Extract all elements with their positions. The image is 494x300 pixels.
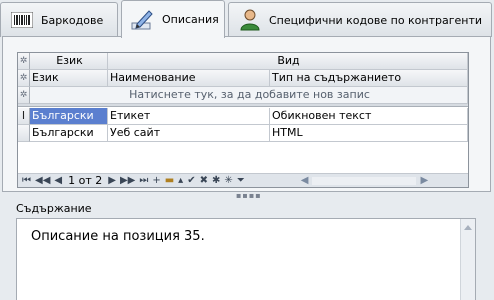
- tab-descriptions[interactable]: Описания: [121, 0, 225, 38]
- vertical-scrollbar[interactable]: [460, 219, 475, 300]
- table-cell-content-type[interactable]: Обикновен текст: [270, 108, 468, 125]
- tab-barcodes-label: Баркодове: [41, 13, 104, 27]
- last-record-icon[interactable]: ⏭: [139, 175, 148, 186]
- descriptions-grid: ✲ Език Вид ✲ Език Наименование Тип на съ…: [17, 52, 469, 188]
- content-editor[interactable]: Описание на позиция 35.: [16, 218, 476, 300]
- edit-icon[interactable]: ▴: [178, 175, 183, 186]
- filter-icon[interactable]: ⏷: [237, 175, 245, 186]
- band-header-row: ✲ Език Вид: [18, 53, 468, 70]
- pen-edit-icon: [130, 9, 156, 31]
- record-position: 1 от 2: [68, 174, 103, 187]
- scroll-up-icon[interactable]: [464, 225, 472, 230]
- cancel-edit-icon[interactable]: ✖: [200, 175, 208, 186]
- tab-partner-codes[interactable]: Специфични кодове по контрагенти: [228, 2, 492, 37]
- new-row-indicator-icon: ✲: [18, 87, 30, 104]
- splitter-grip-icon[interactable]: ▪▪▪▪: [236, 192, 261, 200]
- first-record-icon[interactable]: ⏮: [22, 175, 31, 186]
- table-cell-language[interactable]: Български: [30, 125, 108, 142]
- table-cell-name[interactable]: Етикет: [108, 108, 270, 125]
- tab-strip: Баркодове Описания Специфични кодове по …: [0, 0, 494, 38]
- column-header-content-type[interactable]: Тип на съдържанието: [270, 70, 468, 87]
- person-icon: [237, 9, 263, 31]
- band-header-kind[interactable]: Вид: [108, 53, 468, 70]
- table-cell-content-type[interactable]: HTML: [270, 125, 468, 142]
- descriptions-panel: ✲ Език Вид ✲ Език Наименование Тип на съ…: [2, 36, 491, 192]
- next-page-icon[interactable]: ▶▶: [120, 175, 135, 186]
- hscroll-left-icon[interactable]: ◀: [301, 175, 309, 186]
- prev-page-icon[interactable]: ◀◀: [35, 175, 50, 186]
- new-item-prompt[interactable]: Натиснете тук, за да добавите нов запис: [30, 87, 468, 104]
- record-navigator: ⏮ ◀◀ ◀ 1 от 2 ▶ ▶▶ ⏭ + ▬ ▴ ✔ ✖ ✱ ✳ ⏷ ◀ ▶: [18, 173, 468, 187]
- tab-partner-codes-label: Специфични кодове по контрагенти: [269, 13, 483, 27]
- hscroll-right-icon[interactable]: ▶: [420, 175, 428, 186]
- content-label: Съдържание: [16, 202, 92, 215]
- bookmark-icon[interactable]: ✳: [224, 175, 232, 186]
- column-header-name[interactable]: Наименование: [108, 70, 270, 87]
- refresh-icon[interactable]: ✱: [212, 175, 220, 186]
- band-header-language[interactable]: Език: [30, 53, 108, 70]
- new-item-row[interactable]: ✲ Натиснете тук, за да добавите нов запи…: [18, 87, 468, 104]
- barcode-icon: [9, 9, 35, 31]
- tab-barcodes[interactable]: Баркодове: [0, 2, 118, 37]
- table-cell-name[interactable]: Уеб сайт: [108, 125, 270, 142]
- content-text[interactable]: Описание на позиция 35.: [31, 229, 205, 244]
- table-row[interactable]: I Български Етикет Обикновен текст: [18, 108, 468, 125]
- horizontal-scrollbar[interactable]: [312, 176, 417, 185]
- column-chooser-icon[interactable]: ✲: [18, 70, 30, 87]
- append-icon[interactable]: +: [152, 175, 160, 186]
- prev-record-icon[interactable]: ◀: [54, 175, 62, 186]
- text-cursor-icon: I: [18, 108, 30, 125]
- post-edit-icon[interactable]: ✔: [187, 175, 195, 186]
- tab-descriptions-label: Описания: [162, 13, 219, 26]
- new-row-separator: [18, 104, 468, 107]
- column-header-language[interactable]: Език: [30, 70, 108, 87]
- delete-icon[interactable]: ▬: [165, 175, 174, 186]
- table-row[interactable]: Български Уеб сайт HTML: [18, 125, 468, 142]
- band-indicator-icon: ✲: [18, 53, 30, 70]
- column-header-row: ✲ Език Наименование Тип на съдържанието: [18, 70, 468, 87]
- table-cell-language[interactable]: Български: [30, 108, 108, 125]
- next-record-icon[interactable]: ▶: [108, 175, 116, 186]
- row-indicator: [18, 125, 30, 142]
